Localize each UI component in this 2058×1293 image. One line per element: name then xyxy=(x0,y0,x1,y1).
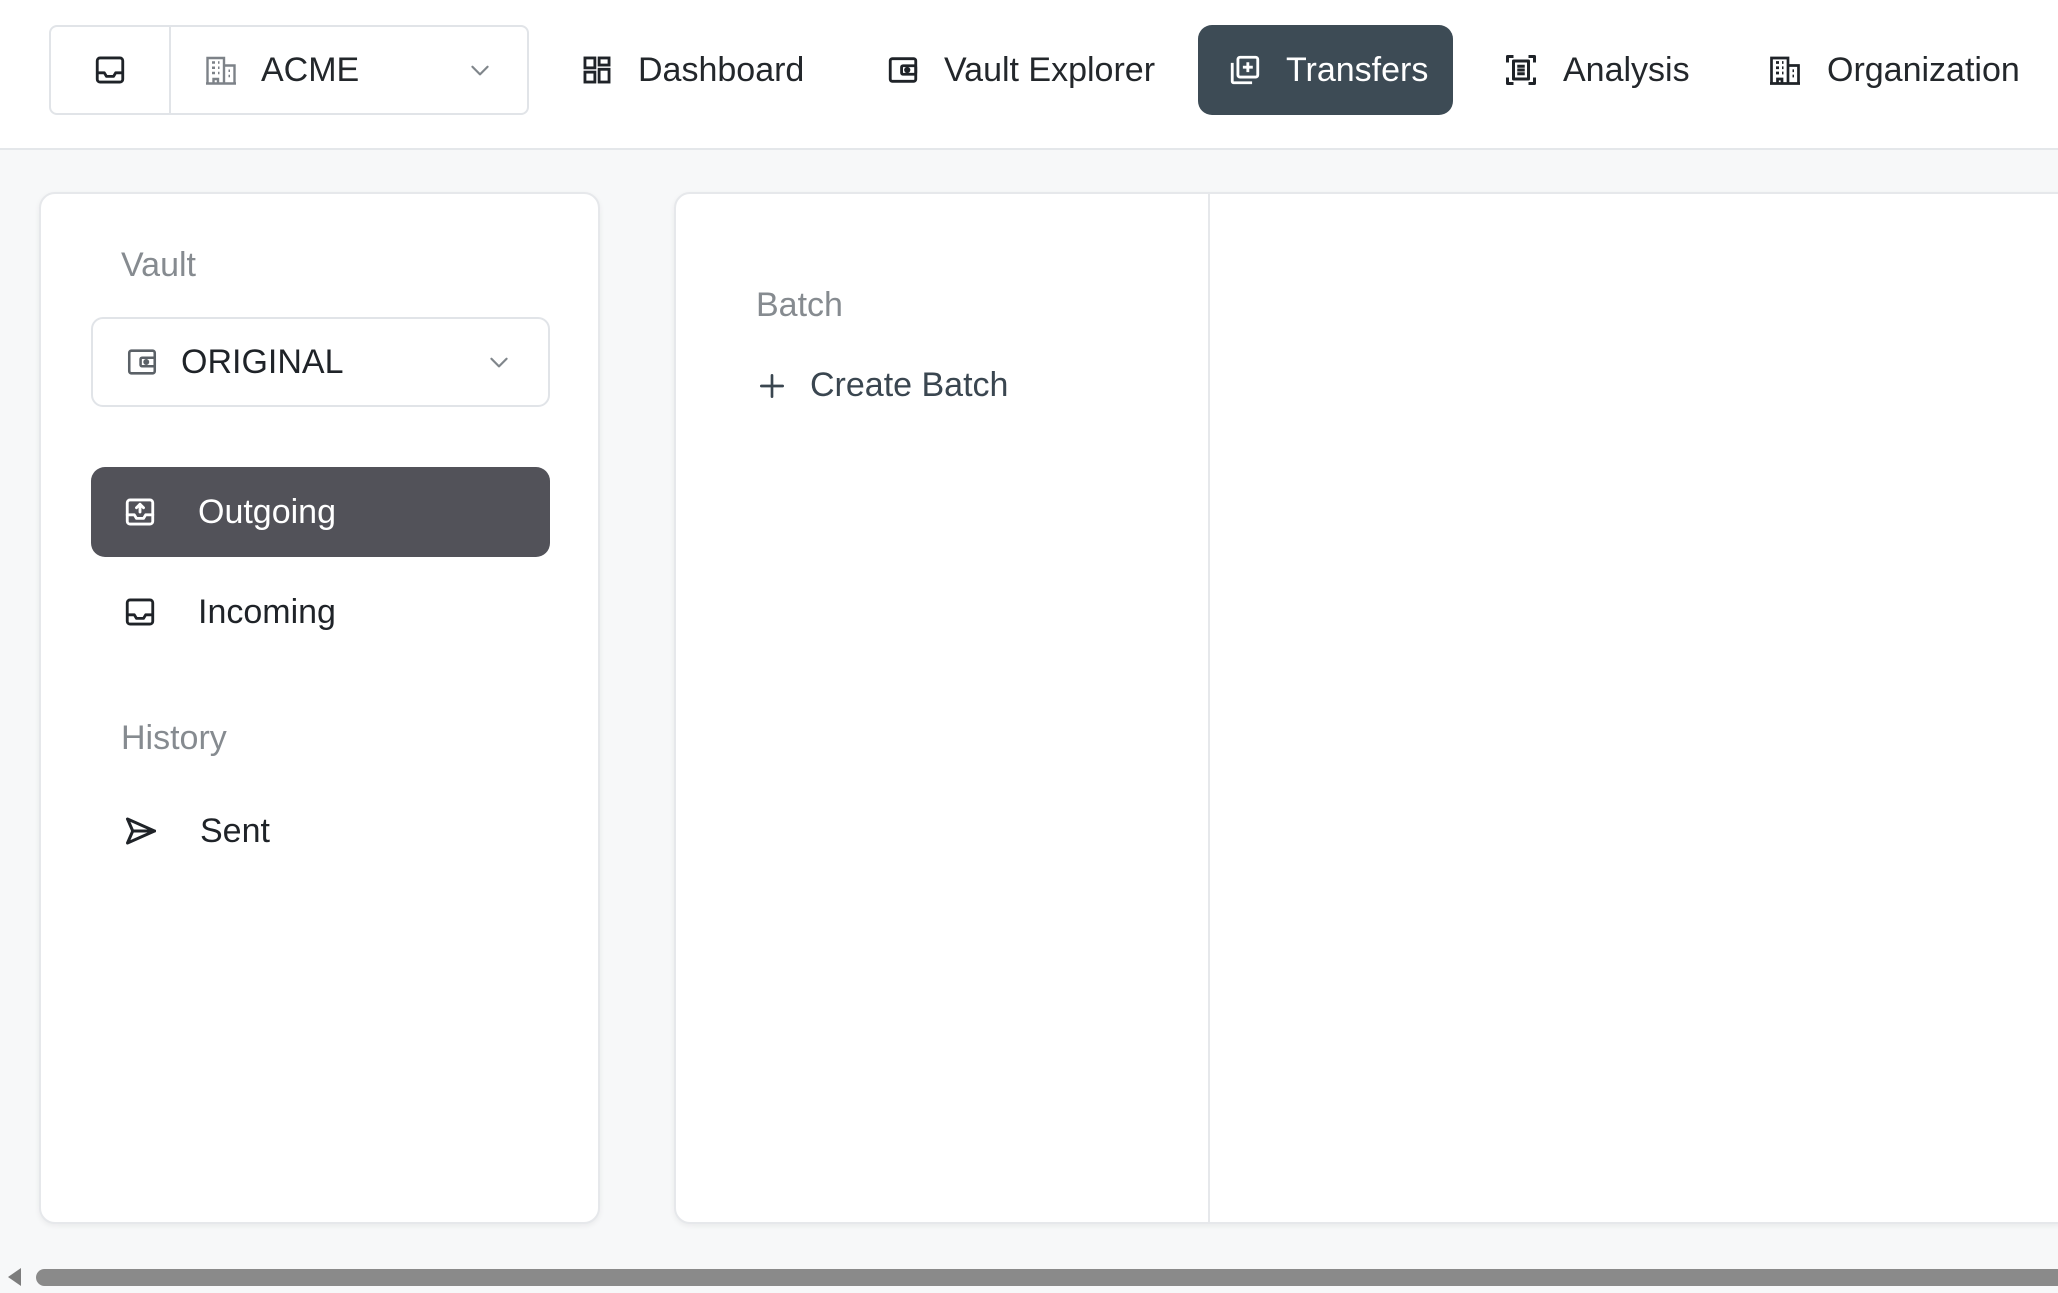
plus-icon xyxy=(756,370,788,402)
scroll-left-arrow-icon[interactable] xyxy=(8,1268,21,1286)
history-section-label: History xyxy=(121,719,227,757)
wallet-icon xyxy=(125,345,159,379)
vault-section-label: Vault xyxy=(121,246,196,284)
nav-dashboard[interactable]: Dashboard xyxy=(550,25,834,115)
nav-vault-explorer-label: Vault Explorer xyxy=(944,50,1156,89)
scan-text-icon xyxy=(1503,52,1539,88)
nav-organization[interactable]: Organization xyxy=(1737,25,2050,115)
create-batch-label: Create Batch xyxy=(810,366,1009,404)
sidebar-item-incoming-label: Incoming xyxy=(198,592,336,631)
sidebar-item-outgoing-label: Outgoing xyxy=(198,492,336,531)
inbox-button[interactable] xyxy=(51,27,171,113)
nav-dashboard-label: Dashboard xyxy=(638,50,805,89)
nav-vault-explorer[interactable]: Vault Explorer xyxy=(856,25,1185,115)
copy-plus-icon xyxy=(1228,53,1262,87)
inbox-icon xyxy=(123,595,157,629)
chevron-down-icon xyxy=(486,349,512,375)
sidebar-item-incoming[interactable]: Incoming xyxy=(91,567,550,657)
vault-select[interactable]: ORIGINAL xyxy=(91,317,550,407)
create-batch-button[interactable]: Create Batch xyxy=(756,366,1008,405)
batch-column: Batch Create Batch xyxy=(676,194,1210,1222)
organization-select-value: ACME xyxy=(261,50,360,89)
transfers-sidebar: Vault ORIGINAL Outgoing Incoming History… xyxy=(39,192,600,1224)
building-icon xyxy=(1767,52,1803,88)
nav-analysis-label: Analysis xyxy=(1563,50,1690,89)
vault-select-value: ORIGINAL xyxy=(181,342,344,381)
send-icon xyxy=(123,813,159,849)
chevron-down-icon xyxy=(467,57,493,83)
nav-transfers[interactable]: Transfers xyxy=(1198,25,1453,115)
building-icon xyxy=(203,52,239,88)
nav-organization-label: Organization xyxy=(1827,50,2020,89)
sidebar-item-sent[interactable]: Sent xyxy=(91,786,550,876)
horizontal-scrollbar[interactable] xyxy=(0,1262,2058,1293)
top-navigation-bar: ACME Dashboard Vault Explorer Transfers … xyxy=(0,0,2058,150)
batch-section-label: Batch xyxy=(756,286,843,324)
sidebar-item-sent-label: Sent xyxy=(200,811,270,850)
wallet-icon xyxy=(886,53,920,87)
nav-transfers-label: Transfers xyxy=(1286,50,1429,89)
inbox-icon xyxy=(93,53,127,87)
organization-switcher: ACME xyxy=(49,25,529,115)
organization-select[interactable]: ACME xyxy=(171,27,527,113)
scrollbar-thumb[interactable] xyxy=(36,1269,2058,1286)
transfers-main-panel: Batch Create Batch xyxy=(674,192,2058,1224)
nav-analysis[interactable]: Analysis xyxy=(1473,25,1720,115)
dashboard-grid-icon xyxy=(580,53,614,87)
inbox-upload-icon xyxy=(123,495,157,529)
sidebar-item-outgoing[interactable]: Outgoing xyxy=(91,467,550,557)
